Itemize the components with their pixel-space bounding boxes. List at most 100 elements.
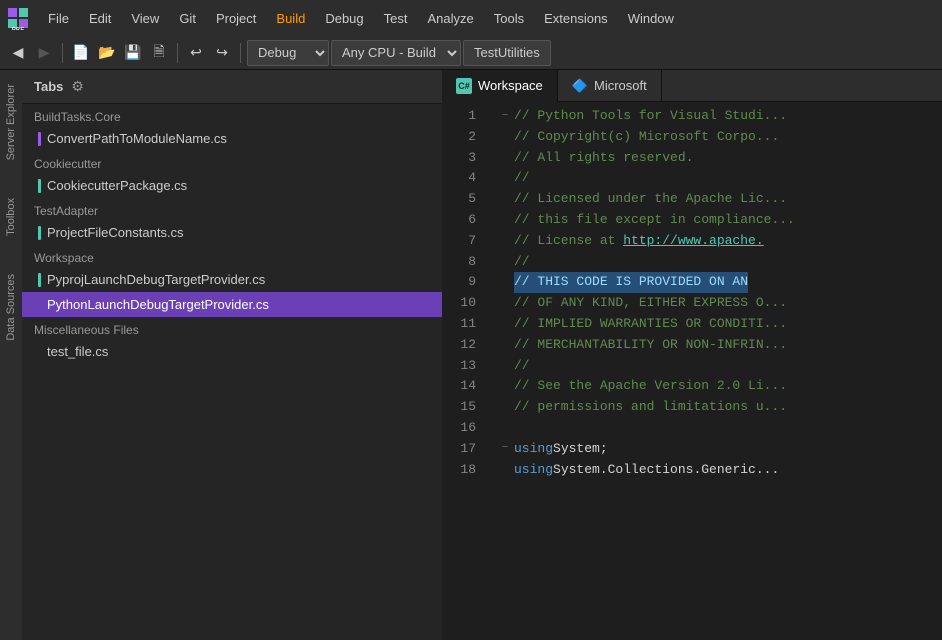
forward-button[interactable]: ▶ — [32, 41, 56, 65]
code-link-apache[interactable]: http://www.apache. — [623, 231, 763, 252]
fold-icon-12 — [498, 338, 512, 352]
menu-analyze[interactable]: Analyze — [417, 7, 483, 30]
menu-view[interactable]: View — [121, 7, 169, 30]
fold-icon-13 — [498, 359, 512, 373]
code-line-10: // OF ANY KIND, EITHER EXPRESS O... — [498, 293, 932, 314]
group-cookiecutter: Cookiecutter CookiecutterPackage.cs — [22, 151, 442, 198]
main-area: Server Explorer Toolbox Data Sources Tab… — [0, 70, 942, 640]
file-indicator — [38, 226, 41, 240]
svg-text:PRE: PRE — [12, 26, 25, 30]
code-line-3: // All rights reserved. — [498, 148, 932, 169]
sidebar-server-explorer[interactable]: Server Explorer — [3, 80, 19, 164]
code-line-4: // — [498, 168, 932, 189]
file-indicator — [38, 179, 41, 193]
redo-button[interactable]: ↪ — [210, 41, 234, 65]
code-editor[interactable]: 12345 678910 1112131415 161718 − // Pyth… — [442, 102, 942, 640]
menu-git[interactable]: Git — [169, 7, 206, 30]
new-item-button[interactable]: 📄 — [69, 41, 93, 65]
fold-icon-4 — [498, 172, 512, 186]
file-item-python-launch-active[interactable]: PythonLaunchDebugTargetProvider.cs — [22, 292, 442, 317]
code-line-5: // Licensed under the Apache Lic... — [498, 189, 932, 210]
file-item-test-file[interactable]: test_file.cs — [22, 339, 442, 364]
code-token: // OF ANY KIND, EITHER EXPRESS O... — [514, 293, 787, 314]
cs-icon: C# — [456, 78, 472, 94]
code-line-11: // IMPLIED WARRANTIES OR CONDITI... — [498, 314, 932, 335]
fold-icon-14 — [498, 380, 512, 394]
file-item-cookiecutter-pkg[interactable]: CookiecutterPackage.cs — [22, 173, 442, 198]
app-logo: PRE — [4, 4, 32, 32]
file-item-convert-path[interactable]: ConvertPathToModuleName.cs — [22, 126, 442, 151]
file-indicator — [38, 273, 41, 287]
file-name: CookiecutterPackage.cs — [47, 178, 187, 193]
code-token: // permissions and limitations u... — [514, 397, 787, 418]
toolbar-separator-2 — [177, 43, 178, 63]
sidebar-toolbox[interactable]: Toolbox — [3, 194, 19, 240]
fold-icon-6 — [498, 213, 512, 227]
menu-window[interactable]: Window — [618, 7, 684, 30]
fold-icon-3 — [498, 151, 512, 165]
code-line-18: using System.Collections.Generic... — [498, 460, 932, 481]
menu-edit[interactable]: Edit — [79, 7, 121, 30]
file-indicator — [38, 298, 41, 312]
menu-project[interactable]: Project — [206, 7, 266, 30]
editor-tab-workspace[interactable]: C# Workspace — [442, 70, 558, 102]
code-line-14: // See the Apache Version 2.0 Li... — [498, 376, 932, 397]
group-label-misc: Miscellaneous Files — [22, 317, 442, 339]
code-line-16 — [498, 418, 932, 439]
code-line-9: // THIS CODE IS PROVIDED ON AN — [498, 272, 932, 293]
group-buildtasks-core: BuildTasks.Core ConvertPathToModuleName.… — [22, 104, 442, 151]
fold-icon-5 — [498, 193, 512, 207]
file-name: ConvertPathToModuleName.cs — [47, 131, 227, 146]
menu-build[interactable]: Build — [266, 7, 315, 30]
editor-tabs-bar: C# Workspace 🔷 Microsoft — [442, 70, 942, 102]
group-misc: Miscellaneous Files test_file.cs — [22, 317, 442, 364]
menu-tools[interactable]: Tools — [484, 7, 534, 30]
gear-icon[interactable]: ⚙ — [71, 78, 84, 95]
toolbar-separator-3 — [240, 43, 241, 63]
fold-icon-10 — [498, 297, 512, 311]
code-token-highlight: // THIS CODE IS PROVIDED ON AN — [514, 272, 748, 293]
code-token: // All rights reserved. — [514, 148, 693, 169]
editor-tab-ms-label: Microsoft — [594, 78, 647, 93]
save-button[interactable]: 💾 — [121, 41, 145, 65]
menu-test[interactable]: Test — [374, 7, 418, 30]
editor-tab-microsoft[interactable]: 🔷 Microsoft — [558, 70, 662, 102]
group-label-testadapter: TestAdapter — [22, 198, 442, 220]
save-all-button[interactable]: 🗎 — [147, 41, 171, 65]
code-line-8: // — [498, 252, 932, 273]
menu-file[interactable]: File — [38, 7, 79, 30]
code-token: // — [514, 168, 530, 189]
fold-icon-17[interactable]: − — [498, 442, 512, 456]
file-name: test_file.cs — [47, 344, 108, 359]
back-button[interactable]: ◀ — [6, 41, 30, 65]
vertical-sidebar: Server Explorer Toolbox Data Sources — [0, 70, 22, 640]
toolbar: ◀ ▶ 📄 📂 💾 🗎 ↩ ↪ Debug Release Any CPU - … — [0, 36, 942, 70]
editor-tab-label: Workspace — [478, 78, 543, 93]
file-item-pyproj-launch[interactable]: PyprojLaunchDebugTargetProvider.cs — [22, 267, 442, 292]
fold-icon-11 — [498, 317, 512, 331]
project-name: TestUtilities — [463, 40, 551, 66]
code-line-1: − // Python Tools for Visual Studi... — [498, 106, 932, 127]
code-token-system-collections: System.Collections.Generic... — [553, 460, 779, 481]
code-line-6: // this file except in compliance... — [498, 210, 932, 231]
open-button[interactable]: 📂 — [95, 41, 119, 65]
sidebar-data-sources[interactable]: Data Sources — [3, 270, 19, 345]
tabs-title: Tabs — [34, 79, 63, 94]
code-line-7: // License at http://www.apache. — [498, 231, 932, 252]
fold-icon-2 — [498, 130, 512, 144]
menu-extensions[interactable]: Extensions — [534, 7, 618, 30]
menu-debug[interactable]: Debug — [315, 7, 373, 30]
platform-select[interactable]: Any CPU - Build ▾ — [331, 40, 461, 66]
group-label-workspace: Workspace — [22, 245, 442, 267]
code-line-17: − using System; — [498, 439, 932, 460]
fold-icon-1[interactable]: − — [498, 109, 512, 123]
undo-button[interactable]: ↩ — [184, 41, 208, 65]
code-token: // Licensed under the Apache Lic... — [514, 189, 787, 210]
file-item-project-file-constants[interactable]: ProjectFileConstants.cs — [22, 220, 442, 245]
fold-icon-15 — [498, 401, 512, 415]
code-content: − // Python Tools for Visual Studi... //… — [488, 102, 942, 640]
toolbar-separator-1 — [62, 43, 63, 63]
fold-icon-8 — [498, 255, 512, 269]
code-token-system: System; — [553, 439, 608, 460]
config-select[interactable]: Debug Release — [247, 40, 329, 66]
